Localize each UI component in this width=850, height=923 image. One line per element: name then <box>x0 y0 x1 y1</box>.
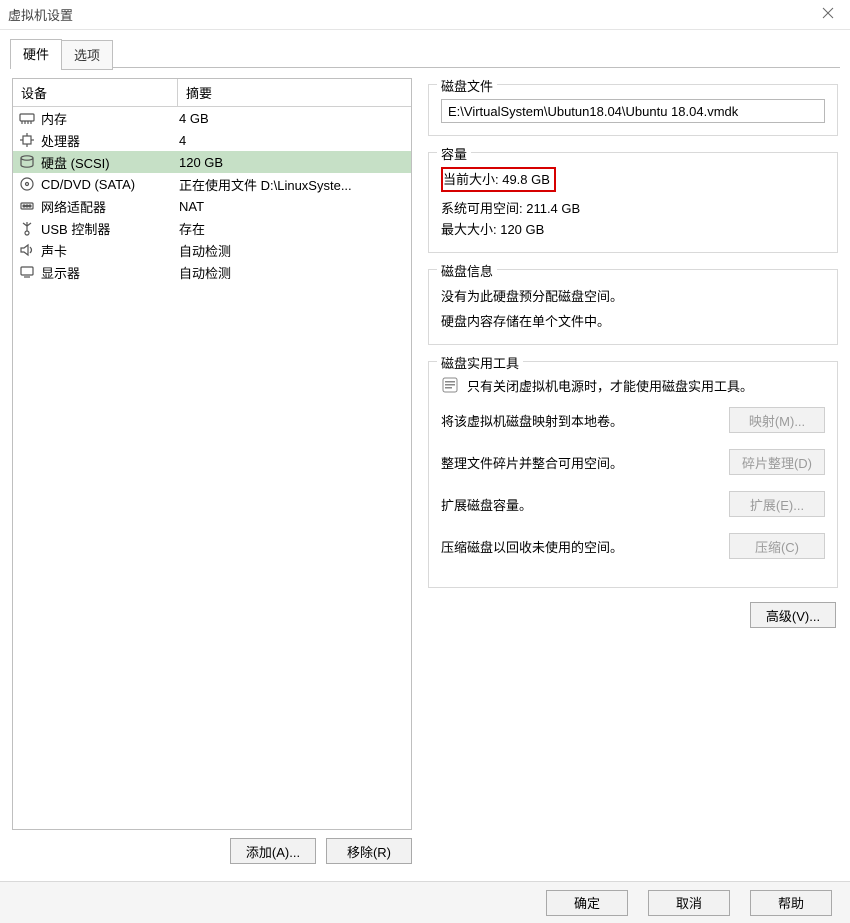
group-disk-tools: 磁盘实用工具 只有关闭虚拟机电源时，才能使用磁盘实用工具。 将该虚拟机磁盘映射到… <box>428 361 838 588</box>
device-summary: 自动检测 <box>179 263 405 282</box>
group-capacity: 容量 当前大小: 49.8 GB 系统可用空间: 211.4 GB 最大大小: … <box>428 152 838 253</box>
tool-row: 将该虚拟机磁盘映射到本地卷。映射(M)... <box>441 407 825 433</box>
table-row[interactable]: CD/DVD (SATA) 正在使用文件 D:\LinuxSyste... <box>13 173 411 195</box>
tabs: 硬件 选项 <box>0 30 850 68</box>
capacity-free: 系统可用空间: 211.4 GB <box>441 198 825 217</box>
cpu-icon <box>19 132 35 148</box>
tab-spacer <box>112 38 840 68</box>
device-name: CD/DVD (SATA) <box>41 177 135 192</box>
window-close-button[interactable] <box>806 0 850 30</box>
left-buttons: 添加(A)... 移除(R) <box>12 838 412 864</box>
left-pane: 设备 摘要 内存 4 GB 处理器 4 硬盘 (SCSI) 120 GB CD/DVD (S… <box>12 78 412 864</box>
device-table: 设备 摘要 内存 4 GB 处理器 4 硬盘 (SCSI) 120 GB CD/DVD (S… <box>12 78 412 830</box>
add-device-button[interactable]: 添加(A)... <box>230 838 316 864</box>
device-summary: 4 <box>179 133 405 148</box>
tab-options[interactable]: 选项 <box>61 40 113 70</box>
device-summary: 自动检测 <box>179 241 405 260</box>
device-summary: NAT <box>179 199 405 214</box>
tool-desc: 扩展磁盘容量。 <box>441 495 717 514</box>
cd-icon <box>19 176 35 192</box>
footer: 确定 取消 帮助 <box>0 881 850 923</box>
device-name: USB 控制器 <box>41 219 110 238</box>
tool-desc: 整理文件碎片并整合可用空间。 <box>441 453 717 472</box>
usb-icon <box>19 220 35 236</box>
help-button[interactable]: 帮助 <box>750 890 832 916</box>
tool-desc: 将该虚拟机磁盘映射到本地卷。 <box>441 411 717 430</box>
device-name: 内存 <box>41 109 67 128</box>
ok-button[interactable]: 确定 <box>546 890 628 916</box>
advanced-row: 高级(V)... <box>428 602 838 628</box>
legend-disk-info: 磁盘信息 <box>437 261 497 280</box>
remove-device-button[interactable]: 移除(R) <box>326 838 412 864</box>
tool-button[interactable]: 碎片整理(D) <box>729 449 825 475</box>
close-icon <box>822 7 834 22</box>
table-body: 内存 4 GB 处理器 4 硬盘 (SCSI) 120 GB CD/DVD (SATA) 正在… <box>13 107 411 829</box>
display-icon <box>19 264 35 280</box>
titlebar: 虚拟机设置 <box>0 0 850 30</box>
disk-file-path[interactable]: E:\VirtualSystem\Ubutun18.04\Ubuntu 18.0… <box>441 99 825 123</box>
capacity-max: 最大大小: 120 GB <box>441 219 825 238</box>
tab-hardware[interactable]: 硬件 <box>10 39 62 69</box>
legend-disk-file: 磁盘文件 <box>437 76 497 95</box>
tools-hint-text: 只有关闭虚拟机电源时，才能使用磁盘实用工具。 <box>467 376 753 395</box>
info-icon <box>441 376 459 394</box>
advanced-button[interactable]: 高级(V)... <box>750 602 836 628</box>
tool-row: 扩展磁盘容量。扩展(E)... <box>441 491 825 517</box>
table-row[interactable]: 处理器 4 <box>13 129 411 151</box>
legend-capacity: 容量 <box>437 144 471 163</box>
window-title: 虚拟机设置 <box>8 5 73 24</box>
table-row[interactable]: USB 控制器 存在 <box>13 217 411 239</box>
column-header-summary[interactable]: 摘要 <box>178 79 411 106</box>
column-header-device[interactable]: 设备 <box>13 79 178 106</box>
memory-icon <box>19 110 35 126</box>
tool-button[interactable]: 扩展(E)... <box>729 491 825 517</box>
device-name: 硬盘 (SCSI) <box>41 153 110 172</box>
device-summary: 120 GB <box>179 155 405 170</box>
net-icon <box>19 198 35 214</box>
disk-info-line2: 硬盘内容存储在单个文件中。 <box>441 311 825 330</box>
table-row[interactable]: 显示器 自动检测 <box>13 261 411 283</box>
tool-row: 压缩磁盘以回收未使用的空间。压缩(C) <box>441 533 825 559</box>
device-name: 处理器 <box>41 131 80 150</box>
device-name: 显示器 <box>41 263 80 282</box>
table-row[interactable]: 网络适配器 NAT <box>13 195 411 217</box>
group-disk-file: 磁盘文件 E:\VirtualSystem\Ubutun18.04\Ubuntu… <box>428 84 838 136</box>
disk-icon <box>19 154 35 170</box>
highlight-current-size: 当前大小: 49.8 GB <box>441 167 556 192</box>
device-summary: 4 GB <box>179 111 405 126</box>
device-summary: 存在 <box>179 219 405 238</box>
device-summary: 正在使用文件 D:\LinuxSyste... <box>179 175 405 194</box>
disk-info-line1: 没有为此硬盘预分配磁盘空间。 <box>441 286 825 305</box>
right-pane: 磁盘文件 E:\VirtualSystem\Ubutun18.04\Ubuntu… <box>428 78 838 864</box>
sound-icon <box>19 242 35 258</box>
tool-button[interactable]: 映射(M)... <box>729 407 825 433</box>
table-row[interactable]: 内存 4 GB <box>13 107 411 129</box>
tools-hint-row: 只有关闭虚拟机电源时，才能使用磁盘实用工具。 <box>441 376 825 395</box>
group-disk-info: 磁盘信息 没有为此硬盘预分配磁盘空间。 硬盘内容存储在单个文件中。 <box>428 269 838 345</box>
tool-row: 整理文件碎片并整合可用空间。碎片整理(D) <box>441 449 825 475</box>
cancel-button[interactable]: 取消 <box>648 890 730 916</box>
content-area: 设备 摘要 内存 4 GB 处理器 4 硬盘 (SCSI) 120 GB CD/DVD (S… <box>0 68 850 864</box>
table-row[interactable]: 声卡 自动检测 <box>13 239 411 261</box>
capacity-current: 当前大小: 49.8 GB <box>443 172 550 187</box>
tool-button[interactable]: 压缩(C) <box>729 533 825 559</box>
device-name: 声卡 <box>41 241 67 260</box>
table-row[interactable]: 硬盘 (SCSI) 120 GB <box>13 151 411 173</box>
tool-desc: 压缩磁盘以回收未使用的空间。 <box>441 537 717 556</box>
table-header: 设备 摘要 <box>13 79 411 107</box>
device-name: 网络适配器 <box>41 197 106 216</box>
legend-disk-tools: 磁盘实用工具 <box>437 353 523 372</box>
